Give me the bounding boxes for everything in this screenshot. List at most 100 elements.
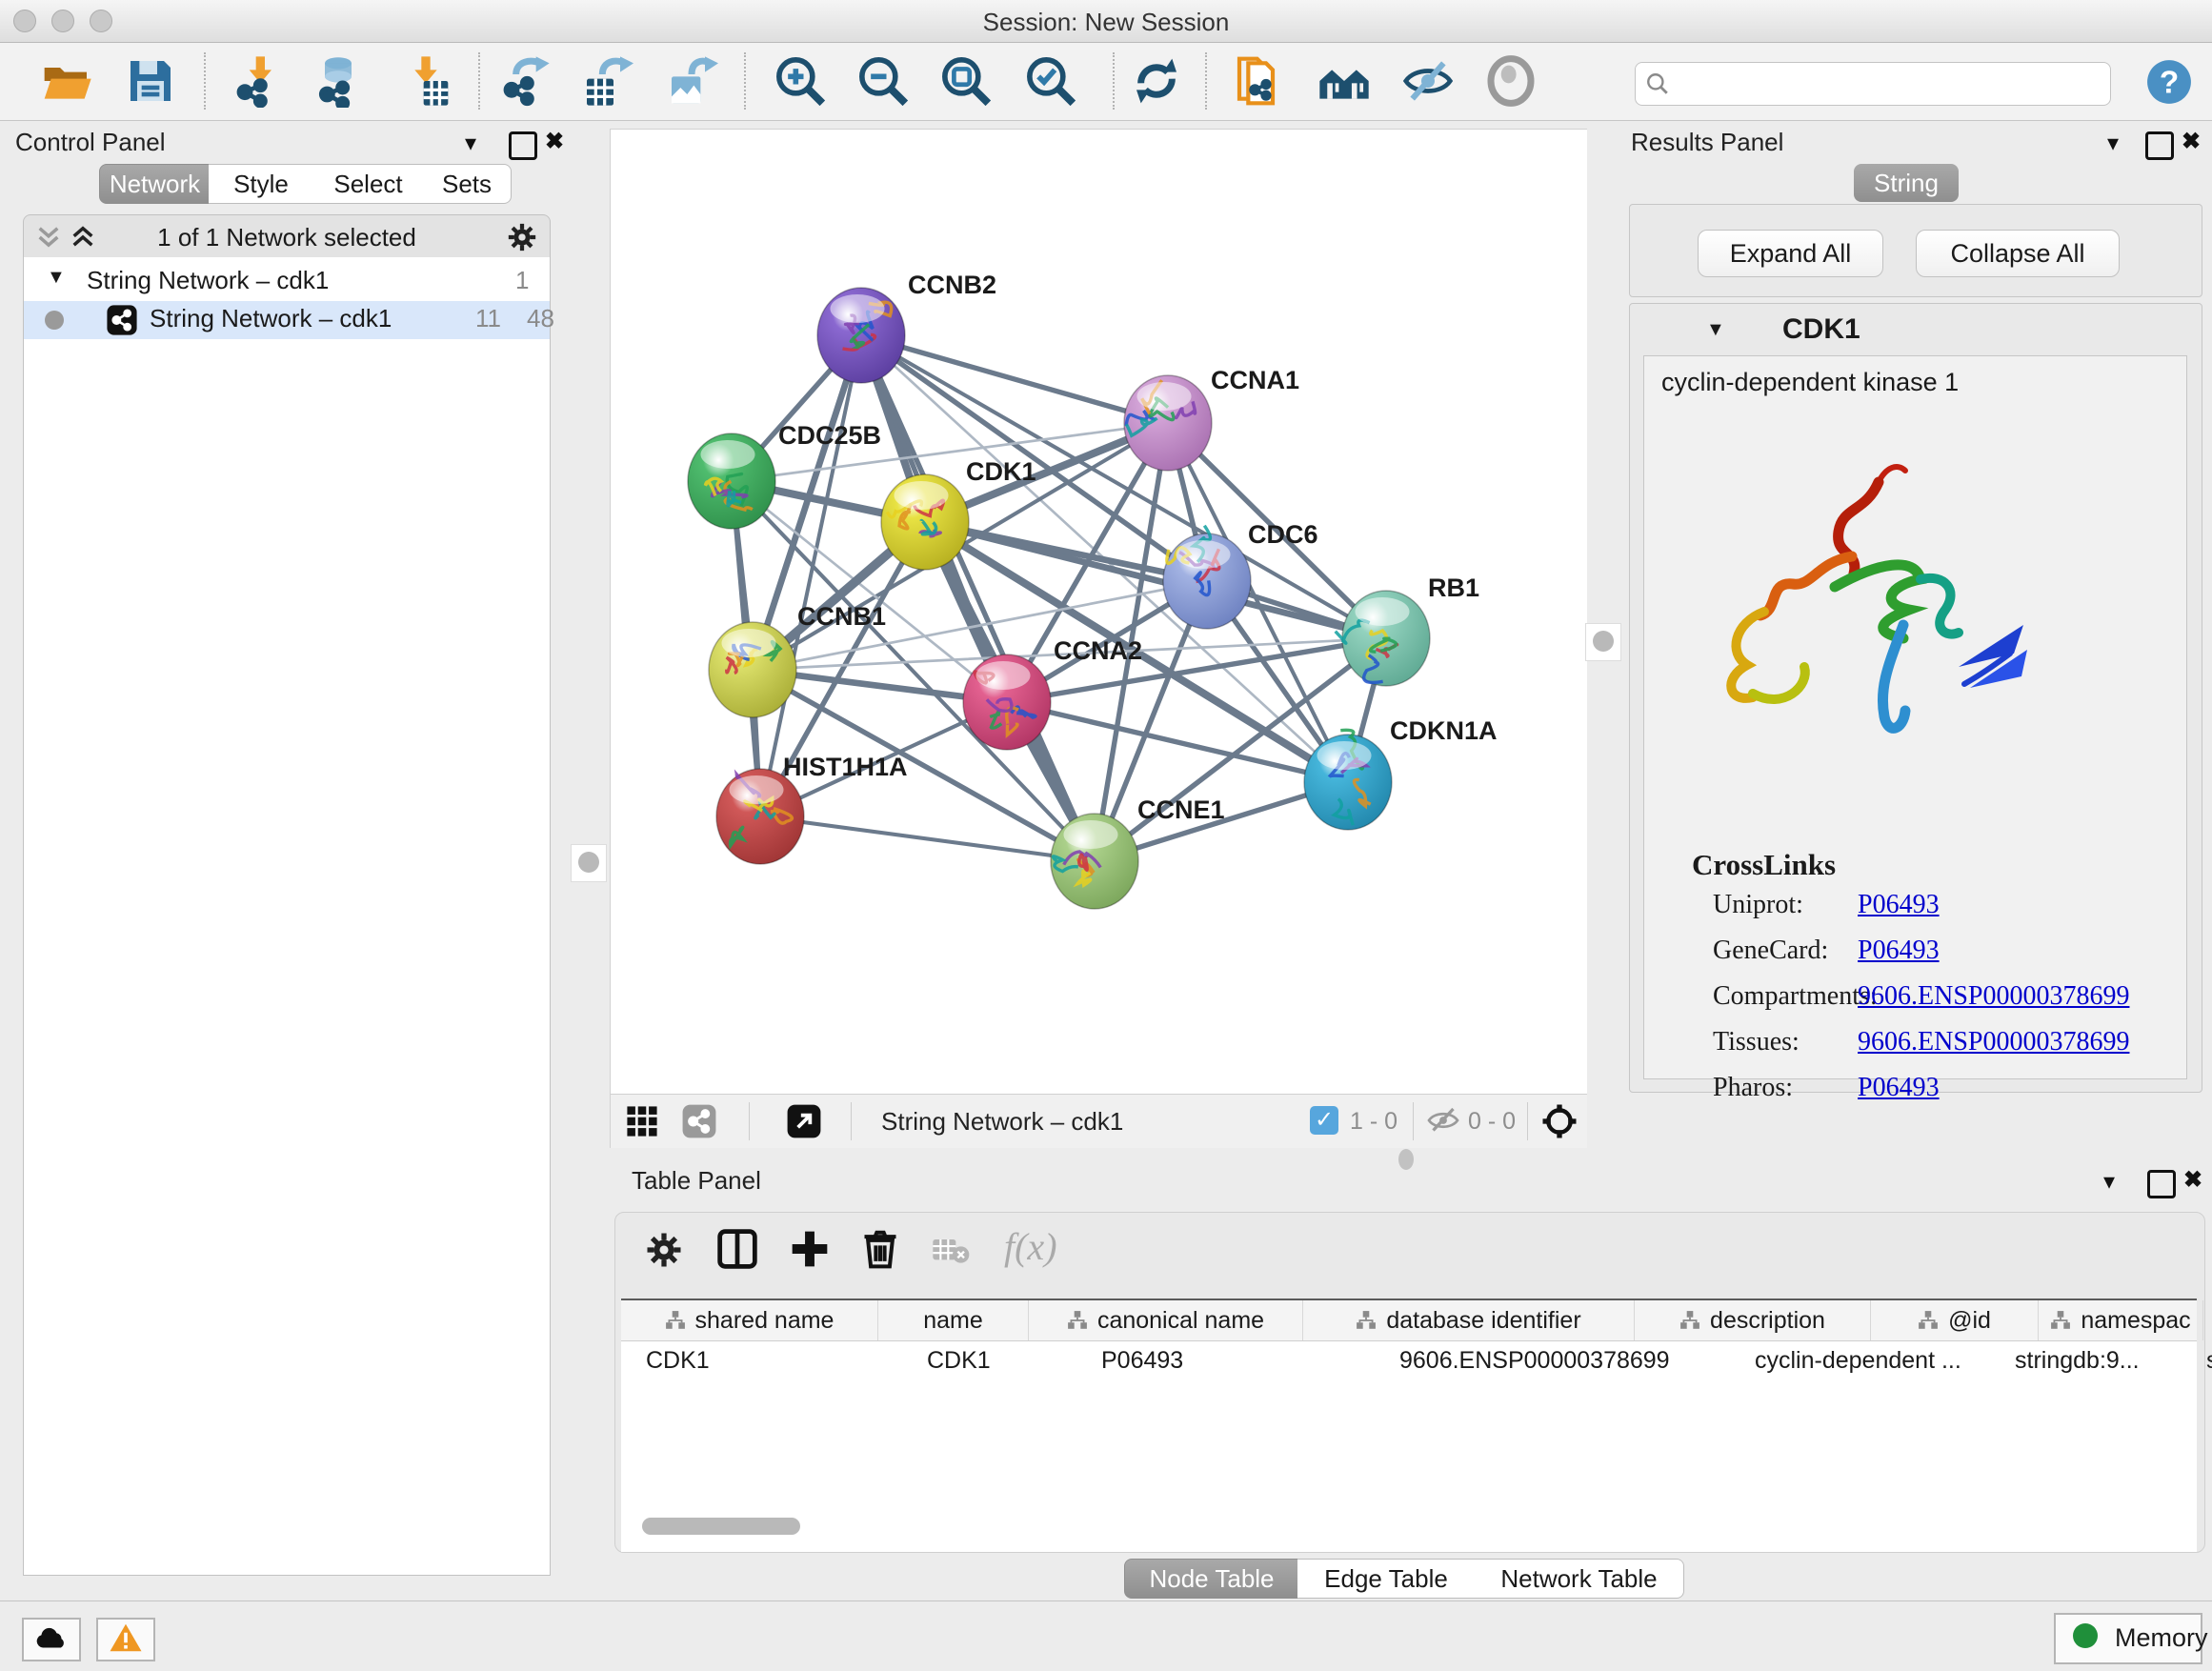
node-gloss — [1355, 597, 1409, 626]
search-input[interactable] — [1678, 67, 2101, 101]
float-panel-icon[interactable] — [509, 131, 537, 160]
vertical-splitter-left[interactable] — [570, 124, 606, 1584]
zoom-selected-button[interactable] — [1024, 54, 1077, 108]
cloud-button[interactable] — [22, 1618, 81, 1661]
node-table[interactable]: shared namenamecanonical namedatabase id… — [621, 1299, 2197, 1552]
column-header-canonical-name[interactable]: canonical name — [1029, 1300, 1303, 1340]
tab-style[interactable]: Style — [209, 164, 314, 204]
grid-view-icon[interactable] — [626, 1105, 658, 1137]
expand-all-button[interactable]: Expand All — [1698, 230, 1883, 277]
float-panel-icon[interactable] — [2147, 1170, 2176, 1198]
table-header-row: shared namenamecanonical namedatabase id… — [621, 1300, 2197, 1341]
edge-HIST1H1A-CCNE1[interactable] — [760, 816, 1095, 861]
selected-checkbox[interactable]: ✓ — [1310, 1106, 1338, 1135]
application-window: Session: New Session — [0, 0, 2212, 1671]
edge-CCNA2-CDKN1A[interactable] — [1007, 702, 1348, 782]
node-CCNE1[interactable]: CCNE1 — [1051, 795, 1225, 909]
crosslink-link[interactable]: P06493 — [1858, 936, 1940, 966]
export-table-button[interactable] — [580, 54, 633, 108]
export-network-button[interactable] — [498, 54, 552, 108]
column-header--id[interactable]: @id — [1871, 1300, 2039, 1340]
cell[interactable]: stringdb:9... — [1990, 1341, 2182, 1379]
table-gear-icon[interactable] — [644, 1230, 684, 1270]
splitter-handle[interactable] — [571, 844, 607, 882]
column-header-name[interactable]: name — [878, 1300, 1029, 1340]
zoom-out-button[interactable] — [856, 54, 910, 108]
network-collection-row[interactable]: ▼ String Network – cdk1 1 — [24, 263, 550, 301]
string-home-button[interactable] — [1317, 54, 1371, 108]
node-CDKN1A[interactable]: CDKN1A — [1304, 716, 1498, 830]
help-icon: ? — [2145, 58, 2193, 106]
memory-button[interactable]: Memory — [2054, 1613, 2202, 1664]
hidden-eye-icon[interactable] — [1426, 1106, 1460, 1135]
fit-content-button[interactable] — [939, 54, 993, 108]
collapse-panel-icon[interactable]: ▾ — [2103, 1168, 2115, 1196]
import-table-file-button[interactable] — [399, 54, 452, 108]
column-header-namespac[interactable]: namespac — [2039, 1300, 2203, 1340]
share-document-button[interactable] — [1233, 54, 1286, 108]
warning-button[interactable] — [96, 1618, 155, 1661]
node-RB1[interactable]: RB1 — [1336, 574, 1479, 686]
column-header-description[interactable]: description — [1635, 1300, 1871, 1340]
collapse-panel-icon[interactable]: ▾ — [2107, 130, 2119, 157]
network-selection-bar: 1 of 1 Network selected — [23, 214, 551, 259]
network-row-selected[interactable]: String Network – cdk1 11 48 — [24, 301, 550, 339]
vertical-splitter-right[interactable] — [1587, 124, 1618, 1155]
close-panel-icon[interactable]: ✖ — [545, 128, 564, 155]
open-session-button[interactable] — [40, 54, 93, 108]
delete-column-icon[interactable] — [859, 1228, 901, 1270]
node-CCNA1[interactable]: CCNA1 — [1124, 366, 1299, 471]
crosslink-link[interactable]: 9606.ENSP00000378699 — [1858, 981, 2129, 1012]
float-panel-icon[interactable] — [2145, 131, 2174, 160]
birds-eye-toggle-icon[interactable] — [1540, 1102, 1579, 1140]
highlight-button[interactable] — [1484, 54, 1538, 108]
add-column-icon[interactable] — [789, 1228, 831, 1270]
section-expanded-arrow-icon[interactable]: ▼ — [1706, 319, 1725, 341]
gear-icon[interactable] — [506, 221, 538, 253]
column-header-shared-name[interactable]: shared name — [621, 1300, 878, 1340]
tab-network[interactable]: Network — [99, 164, 211, 204]
node-HIST1H1A[interactable]: HIST1H1A — [716, 753, 908, 864]
refresh-button[interactable] — [1130, 54, 1183, 108]
edge-CCNB2-HIST1H1A[interactable] — [760, 335, 861, 816]
collapse-all-button[interactable]: Collapse All — [1916, 230, 2120, 277]
cell[interactable]: CDK1 — [621, 1341, 902, 1379]
tab-select[interactable]: Select — [313, 164, 424, 204]
column-type-icon — [2050, 1310, 2071, 1331]
import-network-database-button[interactable] — [312, 54, 365, 108]
cell[interactable]: cyclin-dependent ... — [1730, 1341, 1990, 1379]
network-canvas[interactable]: CCNB2CCNA1CDC25BCDK1CDC6RB1CCNB1CCNA2CDK… — [611, 130, 1587, 1094]
node-gloss — [700, 440, 754, 469]
cell[interactable]: 9606.ENSP00000378699 — [1375, 1341, 1730, 1379]
column-header-database-identifier[interactable]: database identifier — [1303, 1300, 1635, 1340]
open-in-window-icon[interactable] — [786, 1103, 822, 1139]
crosslink-link[interactable]: 9606.ENSP00000378699 — [1858, 1027, 2129, 1057]
zoom-in-button[interactable] — [774, 54, 827, 108]
tab-string[interactable]: String — [1854, 164, 1959, 202]
cell[interactable]: CDK1 — [902, 1341, 1076, 1379]
export-image-button[interactable] — [665, 54, 718, 108]
tab-sets[interactable]: Sets — [423, 164, 512, 204]
import-network-file-button[interactable] — [231, 54, 285, 108]
cell[interactable]: P06493 — [1076, 1341, 1375, 1379]
save-session-button[interactable] — [124, 54, 177, 108]
collapse-panel-icon[interactable]: ▾ — [465, 130, 476, 157]
close-panel-icon[interactable]: ✖ — [2183, 1166, 2202, 1194]
tab-node-table[interactable]: Node Table — [1124, 1559, 1299, 1599]
tab-network-table[interactable]: Network Table — [1475, 1559, 1684, 1599]
cell[interactable]: stringdb — [2182, 1341, 2212, 1379]
network-thumbnail-icon[interactable] — [681, 1103, 717, 1139]
horizontal-scrollbar[interactable] — [642, 1518, 800, 1535]
hide-unhide-button[interactable] — [1401, 54, 1455, 108]
network-view[interactable]: CCNB2CCNA1CDC25BCDK1CDC6RB1CCNB1CCNA2CDK… — [610, 129, 1588, 1148]
table-row[interactable]: CDK1CDK1P064939606.ENSP00000378699cyclin… — [621, 1341, 2197, 1379]
close-panel-icon[interactable]: ✖ — [2182, 128, 2201, 155]
tab-edge-table[interactable]: Edge Table — [1297, 1559, 1476, 1599]
select-columns-icon[interactable] — [716, 1228, 758, 1270]
help-button[interactable]: ? — [2145, 58, 2199, 111]
crosslink-link[interactable]: P06493 — [1858, 890, 1940, 920]
crosslink-link[interactable]: P06493 — [1858, 1073, 1940, 1103]
expanded-arrow-icon[interactable]: ▼ — [47, 267, 66, 289]
splitter-handle[interactable] — [1585, 623, 1621, 661]
column-type-icon — [1356, 1310, 1377, 1331]
